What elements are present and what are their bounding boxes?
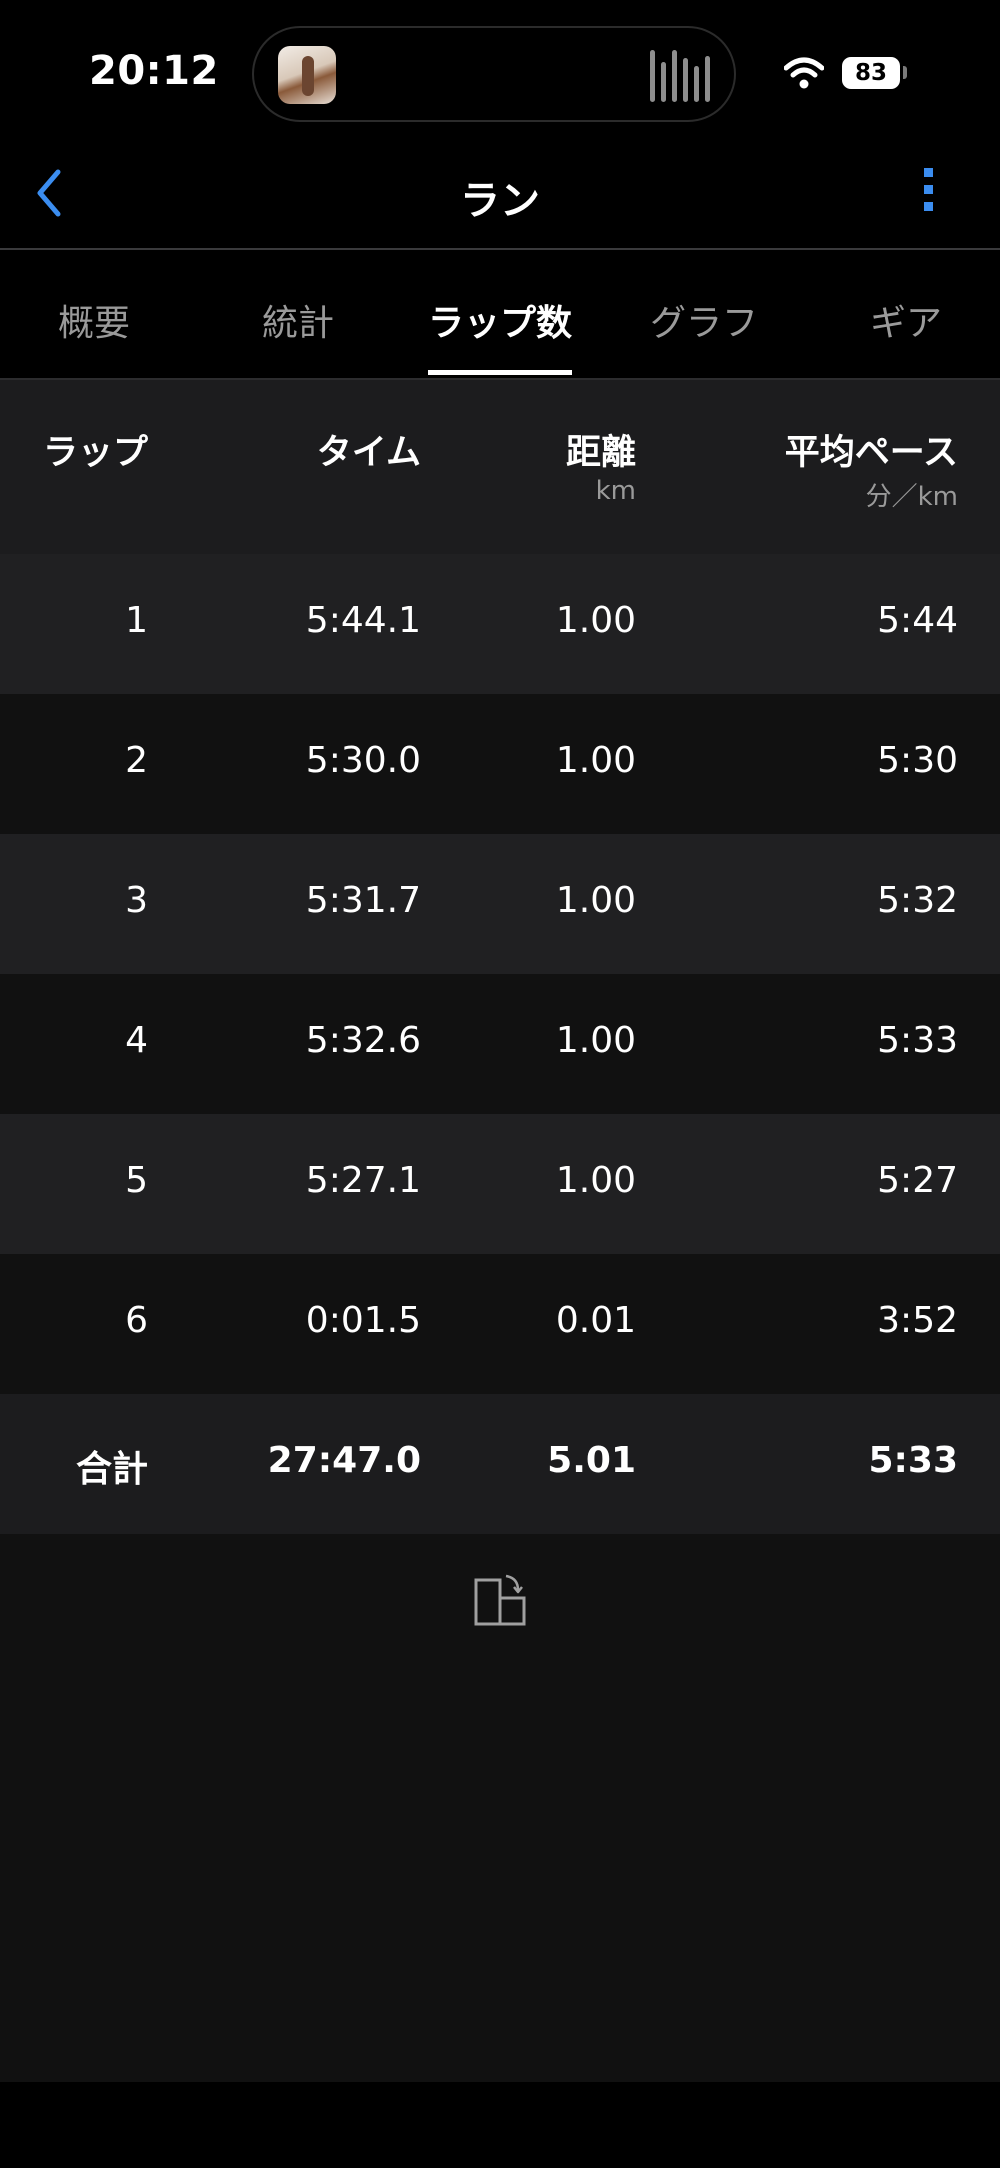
now-playing-artwork: [278, 46, 336, 104]
lap-number: 6: [125, 1300, 148, 1341]
header-distance[interactable]: 距離: [566, 424, 636, 475]
status-bar: 20:12 83: [0, 0, 1000, 140]
tab-gear[interactable]: ギア: [870, 294, 942, 346]
lap-distance: 1.00: [555, 740, 636, 781]
active-tab-indicator: [428, 370, 572, 375]
lap-number: 3: [125, 880, 148, 921]
total-time: 27:47.0: [267, 1440, 421, 1481]
lap-time: 5:27.1: [305, 1160, 421, 1201]
lap-time: 5:30.0: [305, 740, 421, 781]
page-title: ラン: [460, 178, 540, 224]
tab-laps[interactable]: ラップ数: [428, 294, 572, 346]
total-label: 合計: [75, 1449, 148, 1490]
lap-time: 5:31.7: [305, 880, 421, 921]
lap-pace: 5:32: [877, 880, 958, 921]
lap-number: 2: [125, 740, 148, 781]
laps-table: ラップ タイム 距離 km 平均ペース 分／km 1 5:44.1 1.00 5…: [0, 380, 1000, 1534]
table-row[interactable]: 5 5:27.1 1.00 5:27: [0, 1114, 1000, 1254]
lap-time: 0:01.5: [305, 1300, 421, 1341]
lap-distance: 0.01: [555, 1300, 636, 1341]
lap-pace: 5:44: [877, 600, 958, 641]
rotate-screen-icon[interactable]: [474, 1572, 528, 1628]
more-vertical-icon[interactable]: [916, 168, 940, 222]
lap-pace: 3:52: [877, 1300, 958, 1341]
dynamic-island[interactable]: [252, 26, 736, 122]
header-avg-pace[interactable]: 平均ペース: [785, 424, 958, 475]
lap-distance: 1.00: [555, 1160, 636, 1201]
lap-time: 5:32.6: [305, 1020, 421, 1061]
lap-time: 5:44.1: [305, 600, 421, 641]
tab-stats[interactable]: 統計: [262, 294, 334, 346]
table-header: ラップ タイム 距離 km 平均ペース 分／km: [0, 380, 1000, 554]
total-pace: 5:33: [868, 1440, 958, 1481]
header-pace-unit: 分／km: [865, 482, 958, 512]
battery-tip: [903, 66, 907, 79]
lap-pace: 5:27: [877, 1160, 958, 1201]
table-row[interactable]: 2 5:30.0 1.00 5:30: [0, 694, 1000, 834]
total-row: 合計 27:47.0 5.01 5:33: [0, 1394, 1000, 1534]
lap-distance: 1.00: [555, 1020, 636, 1061]
lap-pace: 5:33: [877, 1020, 958, 1061]
lap-pace: 5:30: [877, 740, 958, 781]
table-row[interactable]: 1 5:44.1 1.00 5:44: [0, 554, 1000, 694]
content-footer: [0, 1534, 1000, 2082]
header-distance-unit: km: [595, 476, 636, 506]
audio-waveform-icon: [650, 50, 710, 102]
total-distance: 5.01: [547, 1440, 636, 1481]
home-indicator-area: [0, 2082, 1000, 2168]
tab-overview[interactable]: 概要: [58, 294, 130, 346]
lap-number: 5: [125, 1160, 148, 1201]
lap-number: 1: [125, 600, 148, 641]
lap-number: 4: [125, 1020, 148, 1061]
battery-indicator: 83: [842, 57, 900, 89]
nav-bar: ラン: [0, 140, 1000, 250]
tab-graph[interactable]: グラフ: [650, 294, 758, 346]
table-row[interactable]: 4 5:32.6 1.00 5:33: [0, 974, 1000, 1114]
table-row[interactable]: 3 5:31.7 1.00 5:32: [0, 834, 1000, 974]
header-time[interactable]: タイム: [317, 424, 421, 475]
table-row[interactable]: 6 0:01.5 0.01 3:52: [0, 1254, 1000, 1394]
tab-bar: 概要 統計 ラップ数 グラフ ギア: [0, 250, 1000, 380]
lap-distance: 1.00: [555, 600, 636, 641]
header-lap[interactable]: ラップ: [43, 424, 148, 475]
screen: 20:12 83 ラン 概要 統計 ラップ数 グラフ ギア ラップ タイム 距離…: [0, 0, 1000, 2168]
wifi-icon: [784, 57, 824, 89]
lap-distance: 1.00: [555, 880, 636, 921]
status-time: 20:12: [89, 48, 219, 94]
